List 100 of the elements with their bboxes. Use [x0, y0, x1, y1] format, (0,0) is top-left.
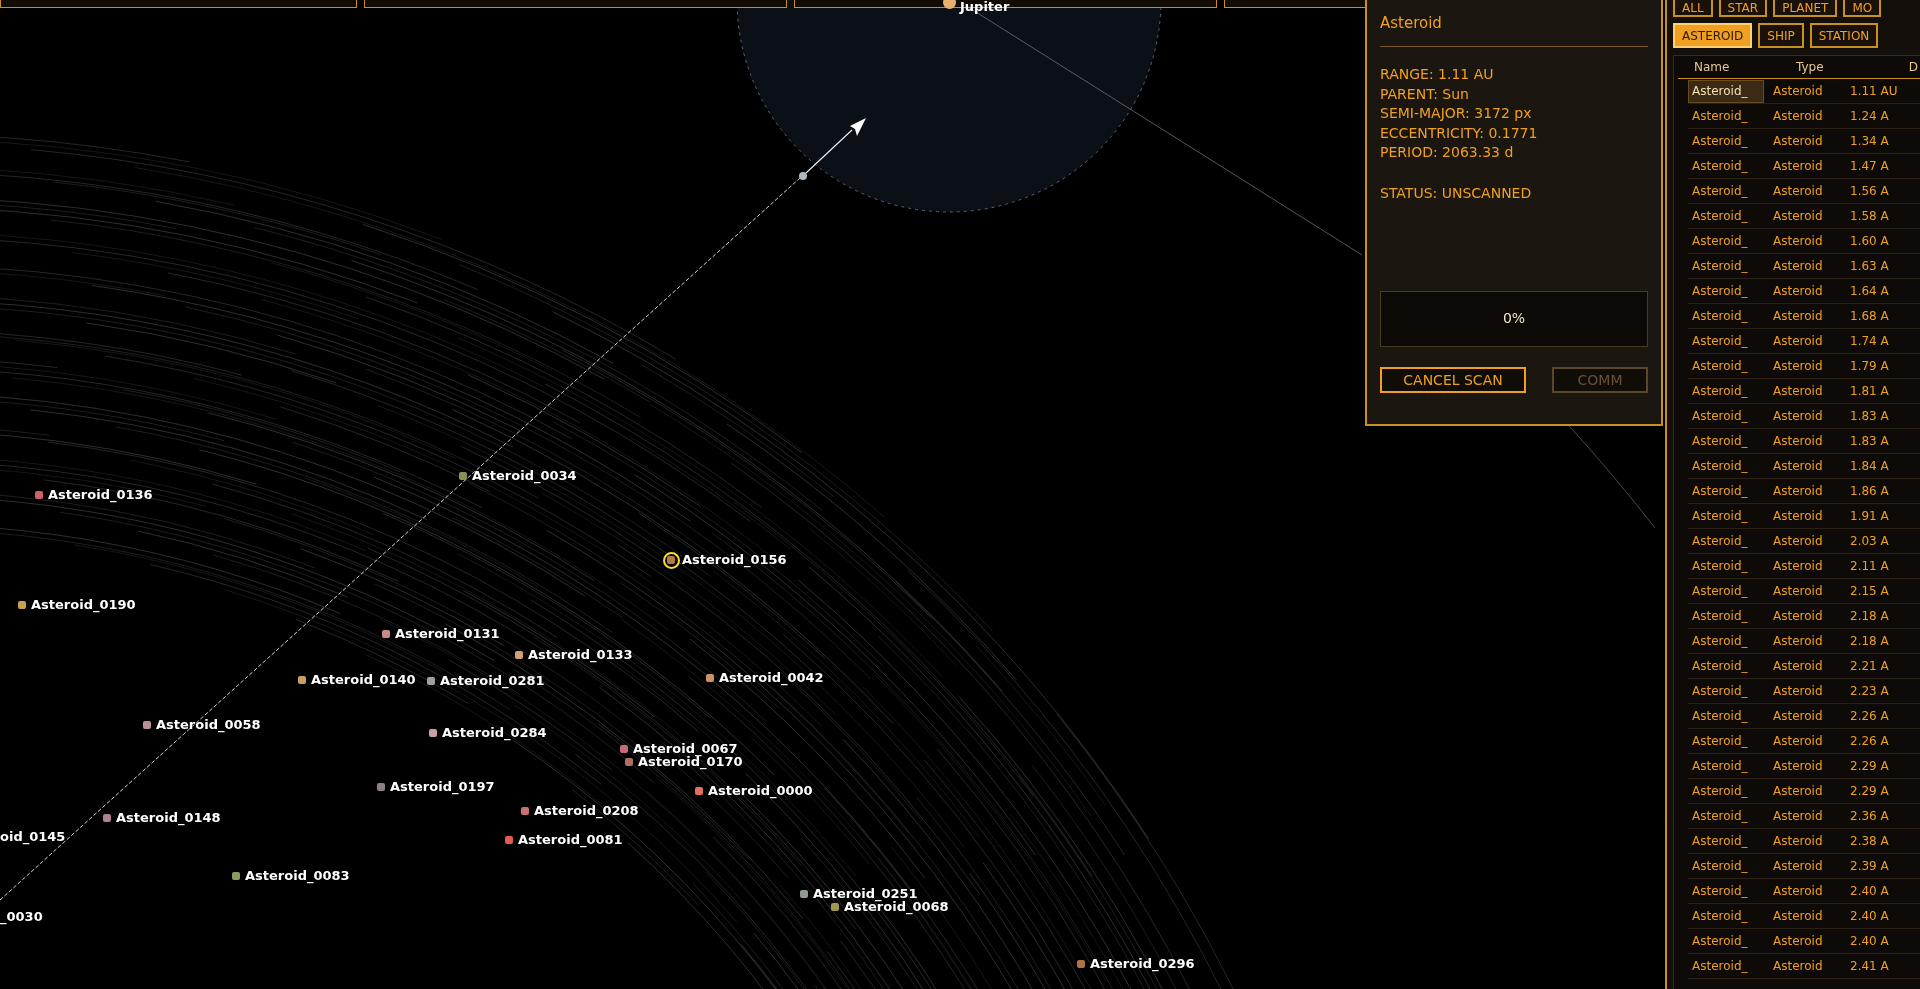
- table-cell-text: Asteroid: [1772, 533, 1824, 550]
- table-row[interactable]: Asteroid_ Asteroid 2.21 A: [1688, 654, 1920, 679]
- table-cell-text: 1.79 A: [1850, 358, 1889, 375]
- column-header[interactable]: Name: [1678, 58, 1768, 76]
- table-cell-text: Asteroid: [1772, 833, 1824, 850]
- table-row[interactable]: Asteroid_ Asteroid 1.63 A: [1688, 254, 1920, 279]
- table-row[interactable]: Asteroid_ Asteroid 1.60 A: [1688, 229, 1920, 254]
- asteroid-label: Asteroid_0140: [311, 673, 416, 686]
- table-row[interactable]: Asteroid_ Asteroid 1.68 A: [1688, 304, 1920, 329]
- table-row[interactable]: Asteroid_ Asteroid 1.84 A: [1688, 454, 1920, 479]
- table-cell-text: 2.26 A: [1850, 708, 1889, 725]
- table-cell-text: Asteroid: [1772, 283, 1824, 300]
- table-row[interactable]: Asteroid_ Asteroid 2.39 A: [1688, 854, 1920, 879]
- table-cell-text: 2.23 A: [1850, 683, 1889, 700]
- table-cell-text: 2.40 A: [1850, 933, 1889, 950]
- table-cell-text: Asteroid: [1772, 508, 1824, 525]
- table-cell-text: 2.29 A: [1850, 758, 1889, 775]
- table-row[interactable]: Asteroid_ Asteroid 1.81 A: [1688, 379, 1920, 404]
- table-cell-text: Asteroid_: [1691, 808, 1749, 825]
- table-row[interactable]: Asteroid_ Asteroid 2.29 A: [1688, 779, 1920, 804]
- table-cell-text: Asteroid_: [1691, 208, 1749, 225]
- table-cell-text: 2.03 A: [1850, 533, 1889, 550]
- filter-button[interactable]: PLANET: [1773, 0, 1838, 17]
- table-cell-text: Asteroid_: [1691, 583, 1749, 600]
- table-row[interactable]: Asteroid_ Asteroid 1.91 A: [1688, 504, 1920, 529]
- table-row[interactable]: Asteroid_ Asteroid 1.83 A: [1688, 429, 1920, 454]
- heading-line: [805, 129, 853, 174]
- table-row[interactable]: Asteroid_ Asteroid 2.26 A: [1688, 729, 1920, 754]
- table-cell-text: Asteroid_: [1691, 533, 1749, 550]
- asteroid-label: Asteroid_0058: [156, 718, 261, 731]
- table-row[interactable]: Asteroid_ Asteroid 1.56 A: [1688, 179, 1920, 204]
- table-cell-text: Asteroid: [1772, 633, 1824, 650]
- table-row[interactable]: Asteroid_ Asteroid 1.58 A: [1688, 204, 1920, 229]
- table-row[interactable]: Asteroid_ Asteroid 1.11 AU: [1688, 79, 1920, 104]
- table-row[interactable]: Asteroid_ Asteroid 2.26 A: [1688, 704, 1920, 729]
- table-row[interactable]: Asteroid_ Asteroid 2.03 A: [1688, 529, 1920, 554]
- table-cell-text: Asteroid_: [1691, 833, 1749, 850]
- table-row[interactable]: Asteroid_ Asteroid 2.40 A: [1688, 904, 1920, 929]
- table-row[interactable]: Asteroid_ Asteroid 2.15 A: [1688, 579, 1920, 604]
- table-row[interactable]: Asteroid_ Asteroid 2.18 A: [1688, 604, 1920, 629]
- table-cell-text: Asteroid_: [1691, 233, 1749, 250]
- table-row[interactable]: Asteroid_ Asteroid 2.29 A: [1688, 754, 1920, 779]
- table-cell-text: Asteroid_: [1691, 708, 1749, 725]
- asteroid-label: Asteroid_0131: [395, 627, 500, 640]
- table-cell-text: 2.36 A: [1850, 808, 1889, 825]
- table-cell-text: 1.91 A: [1850, 508, 1889, 525]
- table-cell-text: 2.39 A: [1850, 858, 1889, 875]
- table-row[interactable]: Asteroid_ Asteroid 2.18 A: [1688, 629, 1920, 654]
- table-row[interactable]: Asteroid_ Asteroid 2.41 A: [1688, 954, 1920, 979]
- table-row[interactable]: Asteroid_ Asteroid 1.47 A: [1688, 154, 1920, 179]
- asteroid-label: _0030: [0, 910, 43, 923]
- asteroid-label: Asteroid_0251: [813, 887, 918, 900]
- stat-text: PERIOD: 2063.33 d: [1380, 143, 1515, 163]
- table-row[interactable]: Asteroid_ Asteroid 1.24 A: [1688, 104, 1920, 129]
- table-cell-text: Asteroid_: [1691, 333, 1749, 350]
- table-row[interactable]: Asteroid_ Asteroid 2.40 A: [1688, 879, 1920, 904]
- table-cell-text: Asteroid_: [1691, 508, 1749, 525]
- table-row[interactable]: Asteroid_ Asteroid 2.11 A: [1688, 554, 1920, 579]
- filter-button[interactable]: ASTEROID: [1673, 23, 1753, 48]
- table-row[interactable]: Asteroid_ Asteroid 1.64 A: [1688, 279, 1920, 304]
- panel-button[interactable]: CANCEL SCAN: [1380, 366, 1526, 393]
- filter-button[interactable]: STATION: [1809, 23, 1879, 48]
- table-cell-text: Asteroid: [1772, 583, 1824, 600]
- table-row[interactable]: Asteroid_ Asteroid 1.34 A: [1688, 129, 1920, 154]
- table-row[interactable]: Asteroid_ Asteroid 2.38 A: [1688, 829, 1920, 854]
- table-cell-text: Asteroid: [1772, 458, 1824, 475]
- table-row[interactable]: Asteroid_ Asteroid 2.23 A: [1688, 679, 1920, 704]
- table-cell-text: 2.18 A: [1850, 608, 1889, 625]
- table-row[interactable]: Asteroid_ Asteroid 1.83 A: [1688, 404, 1920, 429]
- table-cell-text: Asteroid: [1772, 233, 1824, 250]
- table-cell-text: 1.56 A: [1850, 183, 1889, 200]
- asteroid-label: Asteroid_0042: [719, 671, 824, 684]
- table-row[interactable]: Asteroid_ Asteroid 1.74 A: [1688, 329, 1920, 354]
- table-cell-text: 1.86 A: [1850, 483, 1889, 500]
- table-cell-text: 1.34 A: [1850, 133, 1889, 150]
- table-row[interactable]: Asteroid_ Asteroid 2.36 A: [1688, 804, 1920, 829]
- table-cell-text: 2.29 A: [1850, 783, 1889, 800]
- table-cell-text: Asteroid: [1772, 308, 1824, 325]
- column-header[interactable]: Type: [1768, 58, 1860, 76]
- asteroid-label: Asteroid_0081: [518, 833, 623, 846]
- table-row[interactable]: Asteroid_ Asteroid 1.79 A: [1688, 354, 1920, 379]
- filter-button[interactable]: STAR: [1718, 0, 1768, 17]
- asteroid-label: Asteroid_0068: [844, 900, 949, 913]
- asteroid-label: Asteroid_0133: [528, 648, 633, 661]
- ship-icon[interactable]: [850, 118, 866, 136]
- filter-button[interactable]: MO: [1843, 0, 1882, 17]
- table-cell-text: 2.41 A: [1850, 958, 1889, 975]
- table-cell-text: Asteroid: [1772, 808, 1824, 825]
- table-cell-text: 1.83 A: [1850, 433, 1889, 450]
- asteroid-label: Asteroid_0034: [472, 469, 577, 482]
- asteroid-label: Asteroid_0156: [682, 553, 787, 566]
- filter-button[interactable]: SHIP: [1758, 23, 1804, 48]
- table-cell-text: Asteroid: [1772, 783, 1824, 800]
- scan-percent: 0%: [1502, 309, 1526, 329]
- asteroid-label: Asteroid_0281: [440, 674, 545, 687]
- column-header[interactable]: D: [1860, 58, 1920, 76]
- filter-button[interactable]: ALL: [1673, 0, 1713, 17]
- asteroid-label: Asteroid_0190: [31, 598, 136, 611]
- table-row[interactable]: Asteroid_ Asteroid 1.86 A: [1688, 479, 1920, 504]
- table-row[interactable]: Asteroid_ Asteroid 2.40 A: [1688, 929, 1920, 954]
